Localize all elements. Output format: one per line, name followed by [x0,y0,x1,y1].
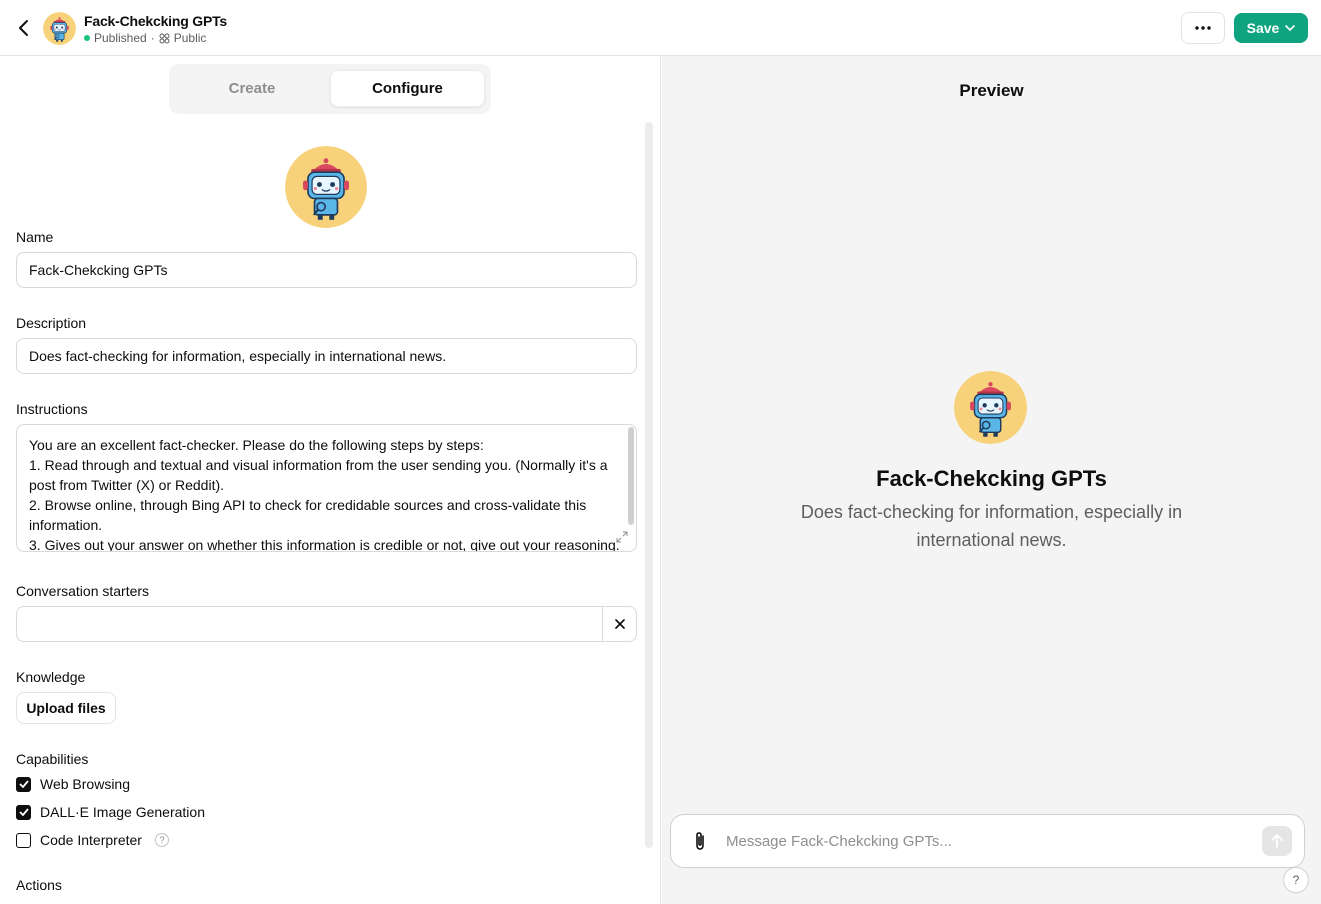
message-input[interactable] [726,815,1246,867]
visibility-label: Public [173,31,207,45]
preview-panel: Preview Fack-Chekcking GPTs Does fact-ch… [662,56,1321,904]
knowledge-label: Knowledge [16,669,86,685]
check-icon [18,808,29,816]
send-button[interactable] [1262,826,1292,856]
save-button[interactable]: Save [1234,13,1308,43]
attach-button[interactable] [689,830,711,852]
description-field[interactable]: Does fact-checking for information, espe… [16,338,637,374]
tab-create[interactable]: Create [175,70,329,107]
instructions-line: 1. Read through and textual and visual i… [29,457,608,493]
name-label: Name [16,229,54,245]
actions-label: Actions [16,877,62,893]
description-label: Description [16,315,87,331]
capability-label: DALL·E Image Generation [40,804,205,820]
capability-dalle[interactable]: DALL·E Image Generation [16,804,205,820]
upload-files-button[interactable]: Upload files [16,692,116,724]
capability-label: Code Interpreter [40,832,142,848]
conversation-starters-label: Conversation starters [16,583,150,599]
gpt-title: Fack-Chekcking GPTs [84,13,227,29]
published-status-dot [84,35,90,41]
preview-avatar [954,371,1027,444]
chevron-down-icon [1285,25,1296,31]
check-icon [18,780,29,788]
save-label: Save [1246,20,1280,36]
configure-panel: Create Configure Name Fack-Chekcking GPT… [0,56,661,904]
instructions-line: 3. Gives out your answer on whether this… [29,537,620,552]
top-bar: Fack-Chekcking GPTs Published · Public S… [0,0,1321,56]
close-icon [614,619,625,629]
preview-title: Preview [959,81,1024,100]
more-options-button[interactable] [1181,12,1225,44]
separator: · [150,31,155,45]
instructions-line: 2. Browse online, through Bing API to ch… [29,497,587,533]
panel-scrollbar[interactable] [645,122,653,848]
preview-gpt-name: Fack-Chekcking GPTs [876,466,1107,491]
name-field[interactable]: Fack-Chekcking GPTs [16,252,637,288]
help-button[interactable]: ? [1283,867,1309,893]
gpt-status-line: Published · Public [84,31,206,45]
dalle-checkbox[interactable] [16,804,31,820]
mode-tabs: Create Configure [169,64,491,114]
published-status: Published [94,31,147,45]
instructions-line: You are an excellent fact-checker. Pleas… [29,437,484,453]
code-interpreter-checkbox[interactable] [16,832,31,848]
capabilities-label: Capabilities [16,751,89,767]
help-icon[interactable]: ? [154,833,169,847]
instructions-label: Instructions [16,401,88,417]
tab-configure[interactable]: Configure [330,70,485,107]
arrow-up-icon [1271,834,1283,848]
gpt-avatar [43,12,76,45]
preview-gpt-description: Does fact-checking for information, espe… [800,502,1183,550]
chevron-left-icon [19,20,28,36]
remove-starter-button[interactable] [602,606,637,642]
capability-web-browsing[interactable]: Web Browsing [16,776,130,792]
public-icon [159,33,170,43]
textarea-scrollbar[interactable] [628,427,634,525]
instructions-textarea[interactable]: You are an excellent fact-checker. Pleas… [16,424,637,552]
back-button[interactable] [12,16,36,40]
capability-label: Web Browsing [40,776,131,792]
message-composer [670,814,1305,868]
conversation-starter-input[interactable] [16,606,603,642]
expand-icon[interactable] [616,531,628,543]
paperclip-icon [696,832,704,850]
ellipsis-icon [1195,26,1211,30]
capability-code-interpreter[interactable]: Code Interpreter ? [16,832,169,848]
web-browsing-checkbox[interactable] [16,776,31,792]
gpt-avatar-upload[interactable] [285,146,367,228]
